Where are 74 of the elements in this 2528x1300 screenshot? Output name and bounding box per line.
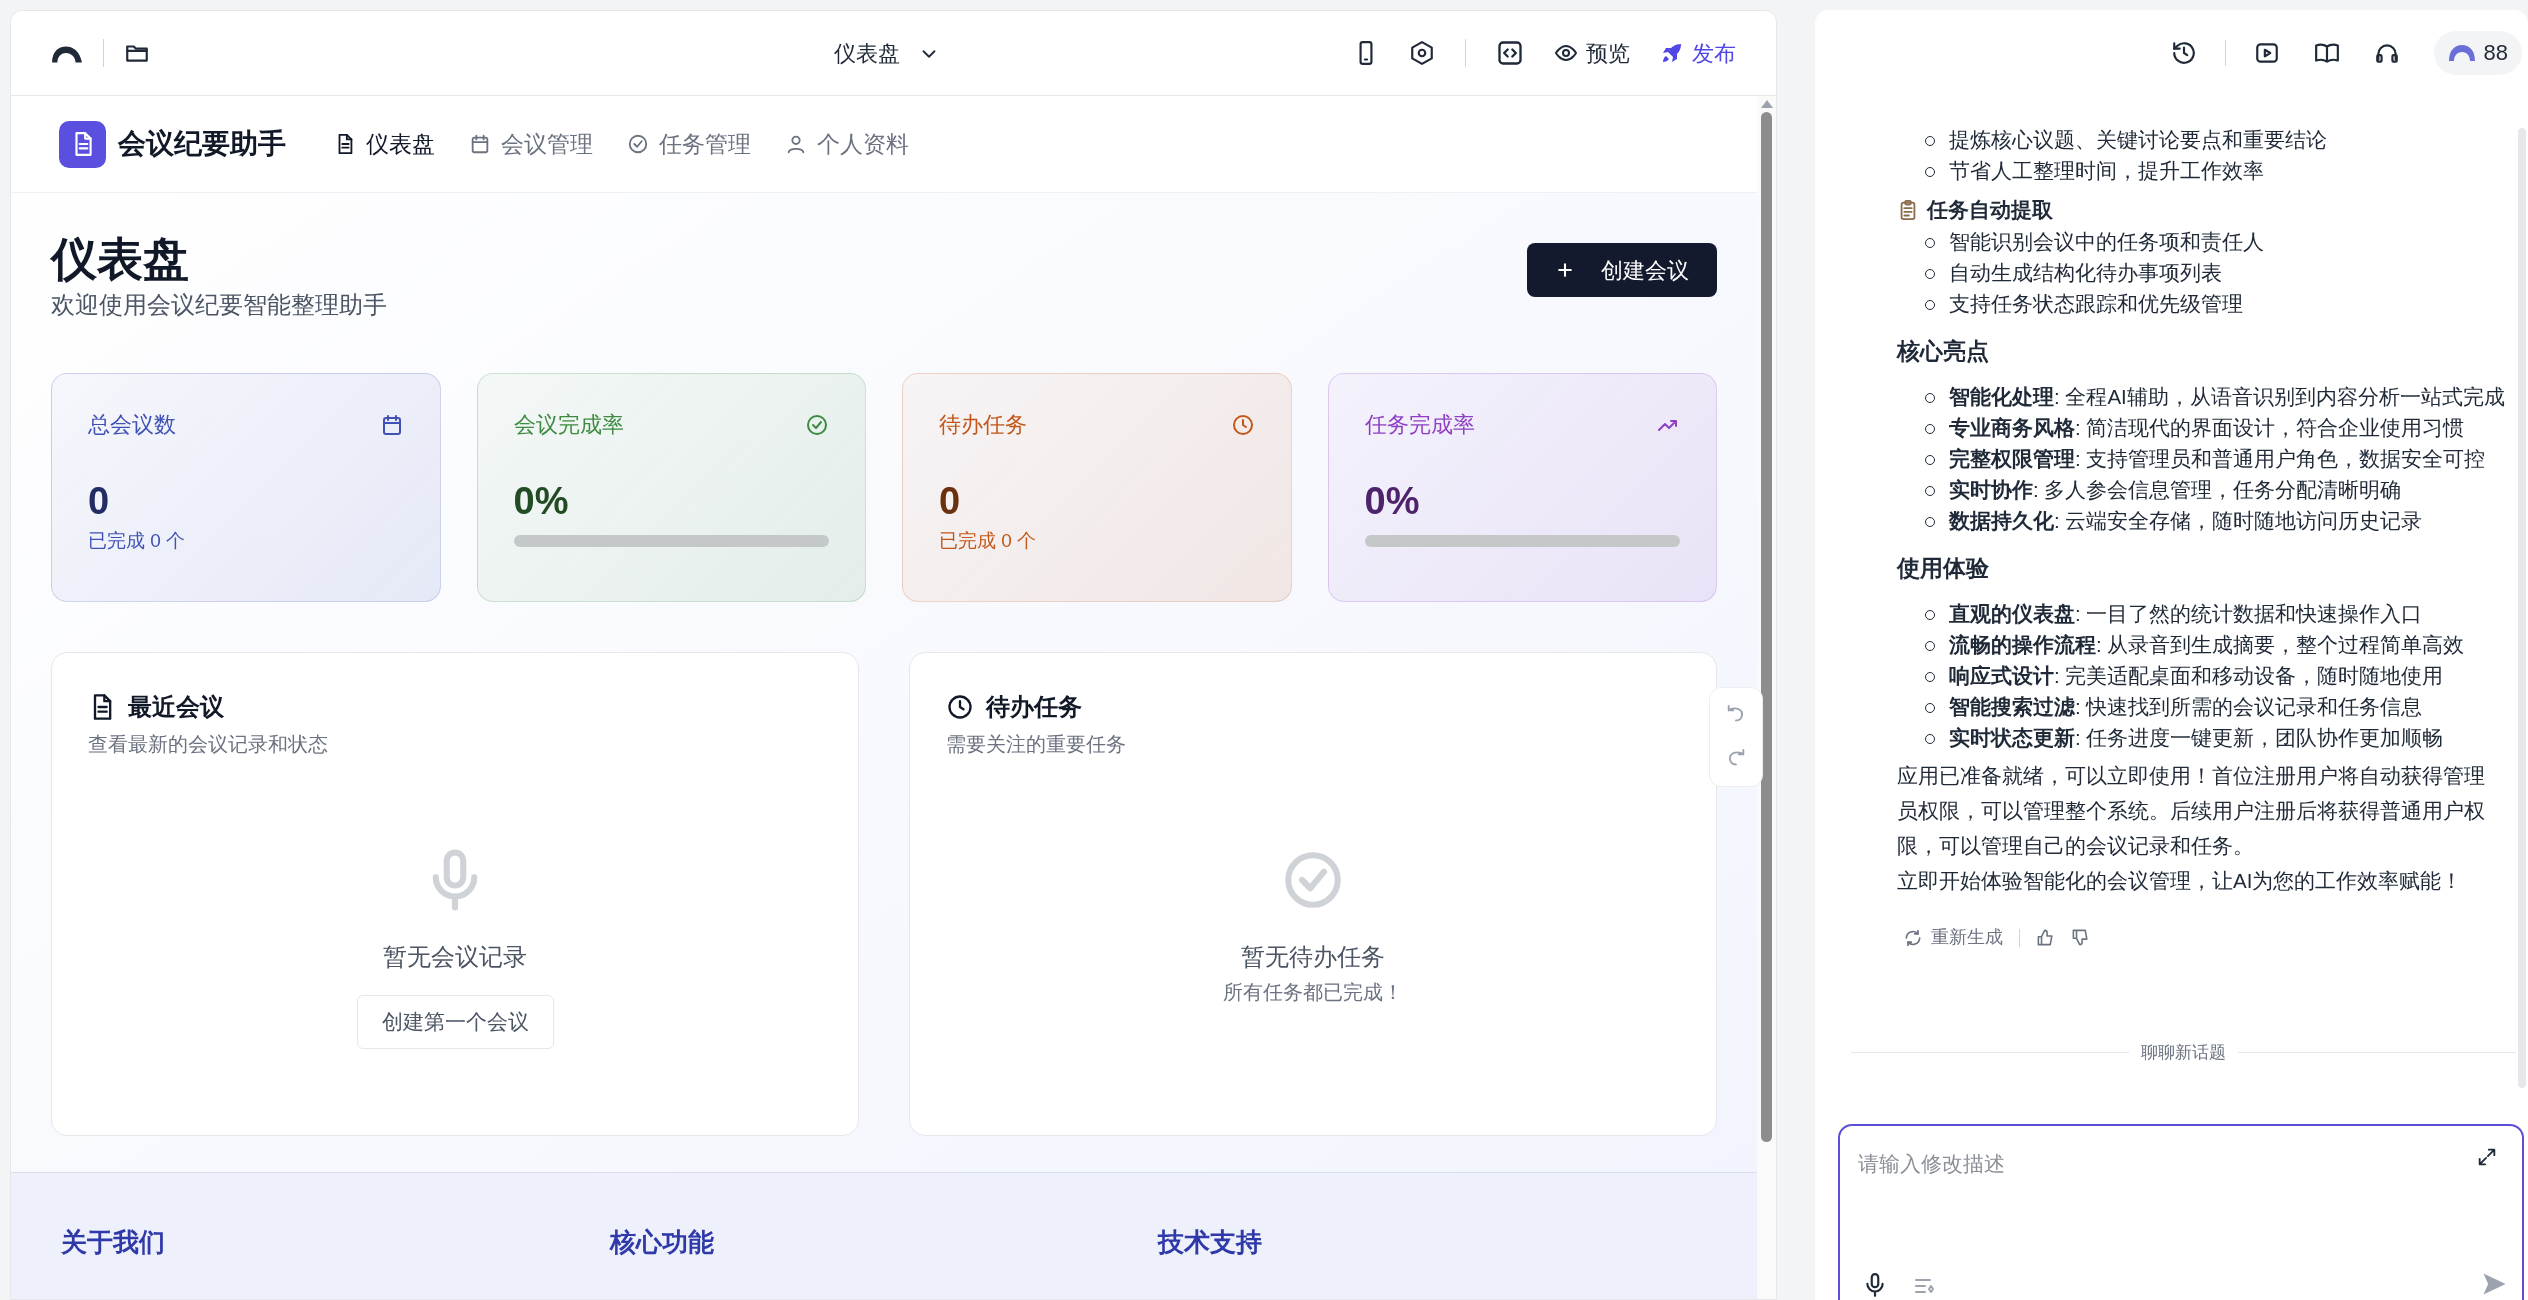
preview-button[interactable]: 预览 <box>1554 36 1630 70</box>
list-item: 流畅的操作流程: 从录音到生成摘要，整个过程简单高效 <box>1949 632 2465 659</box>
section-subheading: 任务自动提取 <box>1927 196 2053 223</box>
topic-divider: 聊聊新话题 <box>2141 1042 2226 1064</box>
input-field[interactable]: 请输入修改描述 <box>1838 1124 2524 1300</box>
calendar-icon <box>469 133 491 155</box>
panel-title: 待办任务 <box>986 692 1082 722</box>
credits-button[interactable]: 88 <box>2433 30 2522 75</box>
message-paragraph: 立即开始体验智能化的会议管理，让AI为您的工作效率赋能！ <box>1897 868 2464 894</box>
footer-heading: 技术支持 <box>1158 1227 1263 1257</box>
list-item: 支持任务状态跟踪和优先级管理 <box>1949 291 2243 318</box>
stat-label: 总会议数 <box>88 411 176 439</box>
user-icon <box>785 133 807 155</box>
section-heading: 使用体验 <box>1897 554 1990 583</box>
settings-icon[interactable] <box>1409 40 1435 66</box>
page-title: 仪表盘 <box>51 232 190 287</box>
panel-subtitle: 需要关注的重要任务 <box>946 732 1127 757</box>
scrollbar-thumb[interactable] <box>1761 112 1772 1142</box>
stat-label: 会议完成率 <box>513 411 624 439</box>
list-item: 节省人工整理时间，提升工作效率 <box>1949 158 2264 185</box>
section-heading: 核心亮点 <box>1897 337 1990 366</box>
thumbs-up-icon[interactable] <box>2036 928 2055 947</box>
history-icon[interactable] <box>2170 39 2197 66</box>
list-item: 完整权限管理: 支持管理员和普通用户角色，数据安全可控 <box>1949 446 2486 473</box>
clock-icon <box>1230 412 1255 437</box>
empty-note: 所有任务都已完成！ <box>1223 980 1403 1005</box>
stat-value: 0 <box>939 479 962 523</box>
publish-button[interactable]: 发布 <box>1660 36 1736 70</box>
scrollbar-thumb[interactable] <box>2518 128 2526 1088</box>
message-paragraph: 应用已准备就绪，可以立即使用！首位注册用户将自动获得管理员权限，可以管理整个系统。后续用户注册后将获得普通用户权限，可以管理自己的会议记录和任务。 <box>1897 763 2486 859</box>
list-item: 数据持久化: 云端安全存储，随时随地访问历史记录 <box>1949 508 2423 535</box>
list-item: 提炼核心议题、关键讨论要点和重要结论 <box>1949 127 2327 154</box>
rocket-icon <box>1660 41 1684 65</box>
list-item: 实时状态更新: 任务进度一键更新，团队协作更加顺畅 <box>1949 725 2444 752</box>
footer-heading: 核心功能 <box>609 1227 714 1257</box>
nav-tab[interactable]: 任务管理 <box>627 126 751 162</box>
empty-message: 暂无会议记录 <box>383 942 527 972</box>
page-subtitle: 欢迎使用会议纪要智能整理助手 <box>51 290 387 320</box>
create-meeting-button[interactable]: 创建会议 <box>1527 243 1717 297</box>
credits-icon <box>2447 43 2476 62</box>
stat-label: 任务完成率 <box>1364 411 1475 439</box>
list-item: 智能搜索过滤: 快速找到所需的会议记录和任务信息 <box>1949 694 2423 721</box>
check-circle-icon <box>627 133 649 155</box>
thumbs-down-icon[interactable] <box>2071 928 2090 947</box>
app-brand: 会议纪要助手 <box>118 127 286 161</box>
stat-label: 待办任务 <box>939 411 1027 439</box>
code-icon[interactable] <box>1496 39 1524 67</box>
nav-tab[interactable]: 个人资料 <box>785 126 909 162</box>
nav-tab[interactable]: 会议管理 <box>469 126 593 162</box>
stat-value: 0 <box>88 479 111 523</box>
panel-title: 最近会议 <box>128 692 224 722</box>
footer-heading: 关于我们 <box>61 1227 165 1257</box>
list-item: 自动生成结构化待办事项列表 <box>1949 260 2222 287</box>
list-item: 直观的仪表盘: 一目了然的统计数据和快速操作入口 <box>1949 601 2423 628</box>
stat-value: 0% <box>513 479 570 523</box>
create-first-meeting-button[interactable]: 创建第一个会议 <box>356 995 554 1049</box>
check-circle-icon <box>805 412 829 437</box>
page-selector[interactable]: 仪表盘 <box>834 37 940 70</box>
list-item: 实时协作: 多人参会信息管理，任务分配清晰明确 <box>1949 477 2402 504</box>
empty-message: 暂无待办任务 <box>1241 942 1385 972</box>
list-item: 专业商务风格: 简洁现代的界面设计，符合企业使用习惯 <box>1949 415 2465 442</box>
regenerate-button[interactable]: 重新生成 <box>1903 924 2003 951</box>
plus-icon <box>1555 260 1575 280</box>
clock-icon <box>946 693 974 721</box>
list-item: 智能识别会议中的任务项和责任人 <box>1949 229 2264 256</box>
stat-note: 已完成 0 个 <box>88 529 187 553</box>
refresh-icon <box>1903 927 1923 948</box>
nav-tab[interactable]: 仪表盘 <box>334 126 435 162</box>
stat-value: 0% <box>1364 479 1421 523</box>
list-item: 智能化处理: 全程AI辅助，从语音识别到内容分析一站式完成 <box>1949 384 2505 411</box>
panel-subtitle: 查看最新的会议记录和状态 <box>88 732 329 757</box>
list-item: 响应式设计: 完美适配桌面和移动设备，随时随地使用 <box>1949 663 2444 690</box>
stat-note: 已完成 0 个 <box>939 529 1038 553</box>
expand-icon[interactable] <box>2476 1146 2498 1168</box>
